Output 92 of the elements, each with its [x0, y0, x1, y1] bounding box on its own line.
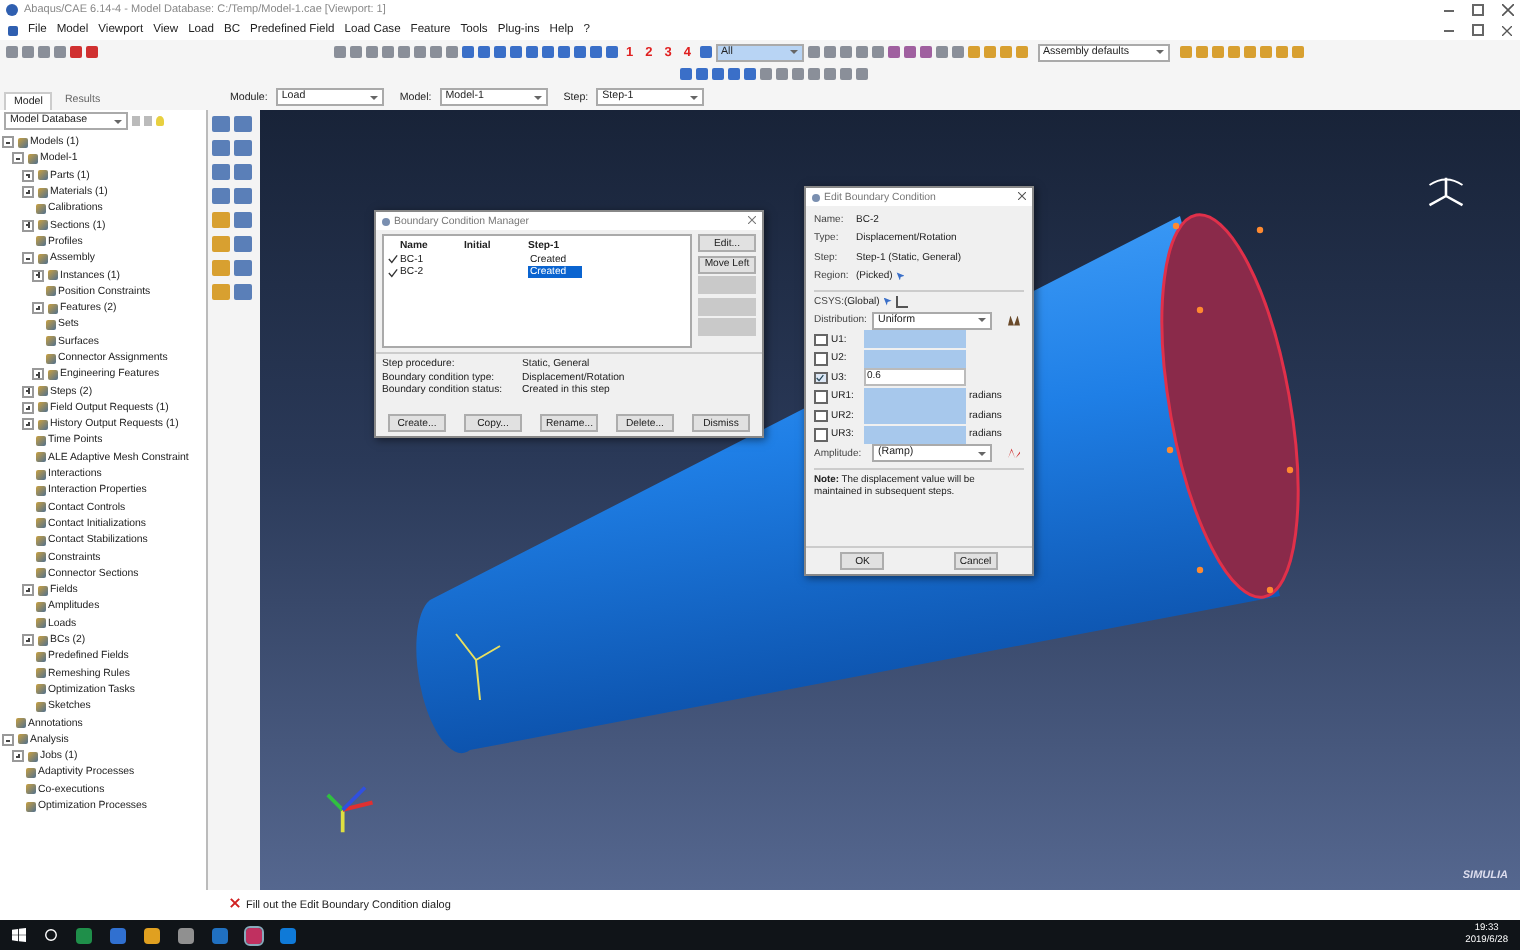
node-icon	[35, 518, 45, 529]
node-icon	[45, 353, 55, 363]
node-icon	[45, 319, 55, 330]
close-icon[interactable]	[1018, 191, 1026, 203]
expand-icon[interactable]	[22, 584, 34, 597]
checkbox[interactable]	[814, 371, 827, 384]
taskbar-app-icon[interactable]	[280, 927, 296, 943]
cursor-icon[interactable]	[896, 272, 905, 281]
restore-icon[interactable]	[1472, 24, 1484, 36]
checkbox[interactable]	[814, 333, 827, 346]
node-icon	[25, 801, 35, 812]
node-icon	[35, 485, 45, 496]
node-icon	[37, 585, 47, 596]
collapse-icon[interactable]	[12, 152, 24, 165]
expand-icon[interactable]	[22, 169, 34, 182]
checkbox[interactable]	[814, 390, 827, 403]
viewport[interactable]	[260, 110, 1520, 890]
close-icon[interactable]	[748, 215, 756, 227]
close-icon[interactable]	[1502, 25, 1512, 35]
start-icon[interactable]	[12, 928, 26, 942]
node-icon	[35, 435, 45, 446]
maximize-icon[interactable]	[1472, 4, 1484, 16]
node-icon	[35, 601, 45, 612]
expand-icon[interactable]	[22, 401, 34, 414]
search-icon[interactable]	[44, 928, 58, 942]
expand-icon[interactable]	[22, 385, 34, 398]
node-icon	[45, 286, 55, 297]
node-icon	[35, 203, 45, 214]
taskbar-app-icon[interactable]	[144, 927, 160, 943]
bulb-icon[interactable]	[156, 116, 164, 126]
node-icon	[35, 618, 45, 629]
input-field[interactable]	[863, 387, 965, 406]
node-icon	[37, 402, 47, 413]
node-icon	[35, 535, 45, 546]
taskbar-app-icon[interactable]	[212, 927, 228, 943]
input-field[interactable]	[863, 406, 965, 425]
node-icon	[17, 137, 27, 148]
expand-icon[interactable]	[32, 302, 44, 315]
taskbar-app-icon[interactable]	[76, 927, 92, 943]
node-icon	[47, 270, 57, 281]
node-icon	[35, 236, 45, 247]
node-icon	[35, 502, 45, 513]
node-icon	[35, 469, 45, 480]
expand-icon[interactable]	[22, 219, 34, 232]
collapse-icon[interactable]	[22, 252, 34, 265]
node-icon	[17, 734, 27, 745]
app-icon	[382, 217, 390, 225]
node-icon	[35, 684, 45, 695]
node-icon	[35, 651, 45, 662]
expand-icon[interactable]	[22, 634, 34, 647]
expand-icon[interactable]	[22, 186, 34, 199]
node-icon	[37, 419, 47, 430]
node-icon	[25, 767, 35, 778]
axes-icon[interactable]	[895, 295, 908, 308]
collapse-icon[interactable]	[2, 136, 14, 149]
cancel-icon[interactable]	[230, 898, 240, 912]
collapse-icon[interactable]	[2, 733, 14, 746]
node-icon	[37, 220, 47, 231]
expand-icon[interactable]	[12, 750, 24, 763]
cursor-icon[interactable]	[883, 297, 892, 306]
node-icon	[37, 253, 47, 264]
input-field[interactable]	[863, 349, 965, 368]
expand-icon[interactable]	[32, 368, 44, 381]
node-icon	[35, 452, 45, 463]
taskbar-app-icon[interactable]	[178, 927, 194, 943]
input-field[interactable]	[863, 425, 965, 444]
expand-icon[interactable]	[32, 269, 44, 282]
node-icon	[35, 668, 45, 679]
node-icon	[25, 784, 35, 795]
checkbox[interactable]	[814, 352, 827, 365]
node-icon	[27, 751, 37, 762]
node-icon	[47, 369, 57, 380]
node-icon	[37, 635, 47, 646]
close-icon[interactable]	[1502, 4, 1514, 16]
checkbox[interactable]	[814, 428, 827, 441]
taskbar-app-icon[interactable]	[110, 927, 126, 943]
checkbox[interactable]	[814, 409, 827, 422]
minimize-icon[interactable]	[1444, 9, 1454, 11]
node-icon	[45, 336, 55, 347]
node-icon	[37, 187, 47, 198]
node-icon	[27, 153, 37, 164]
node-icon	[35, 552, 45, 563]
node-icon	[47, 303, 57, 314]
node-icon	[35, 701, 45, 712]
input-field[interactable]	[863, 330, 965, 349]
node-icon	[15, 718, 25, 729]
app-icon	[812, 193, 820, 201]
node-icon	[35, 568, 45, 579]
minimize-icon[interactable]	[1444, 29, 1454, 31]
node-icon	[37, 386, 47, 397]
expand-icon[interactable]	[22, 418, 34, 431]
node-icon	[37, 170, 47, 181]
